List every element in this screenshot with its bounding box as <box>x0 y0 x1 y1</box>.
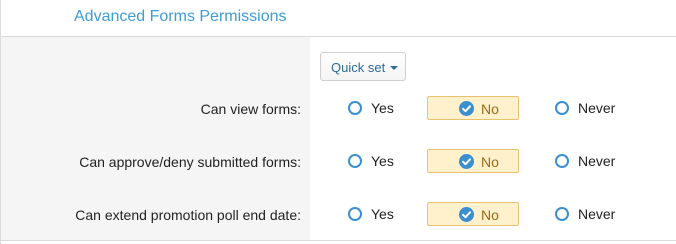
option-no-selected[interactable]: No <box>427 149 519 173</box>
caret-down-icon <box>390 66 398 70</box>
option-never-label: Never <box>578 100 616 116</box>
option-no-selected[interactable]: No <box>427 202 519 226</box>
option-no-label: No <box>481 207 499 223</box>
option-never-label: Never <box>578 206 616 222</box>
panel-header: Advanced Forms Permissions <box>1 0 676 37</box>
permission-row-extend-poll: Can extend promotion poll end date: Yes … <box>1 201 676 231</box>
quick-set-button[interactable]: Quick set <box>320 52 406 81</box>
option-never[interactable]: Never <box>547 201 647 227</box>
radio-checked-icon[interactable] <box>459 154 474 169</box>
permission-row-view-forms: Can view forms: Yes No Never <box>1 95 676 125</box>
radio-unchecked-icon[interactable] <box>348 101 362 115</box>
option-never-label: Never <box>578 153 616 169</box>
permissions-panel: Advanced Forms Permissions Quick set Can… <box>0 0 676 244</box>
radio-unchecked-icon[interactable] <box>348 207 362 221</box>
option-yes[interactable]: Yes <box>341 201 421 227</box>
radio-checked-icon[interactable] <box>459 101 474 116</box>
panel-title: Advanced Forms Permissions <box>74 8 287 25</box>
option-yes-label: Yes <box>371 153 394 169</box>
radio-unchecked-icon[interactable] <box>555 101 569 115</box>
permission-label: Can view forms: <box>200 101 301 117</box>
option-yes-label: Yes <box>371 100 394 116</box>
radio-unchecked-icon[interactable] <box>348 154 362 168</box>
option-no-selected[interactable]: No <box>427 96 519 120</box>
radio-unchecked-icon[interactable] <box>555 154 569 168</box>
option-no-label: No <box>481 101 499 117</box>
option-yes-label: Yes <box>371 206 394 222</box>
option-never[interactable]: Never <box>547 95 647 121</box>
permission-label: Can extend promotion poll end date: <box>75 207 301 223</box>
option-yes[interactable]: Yes <box>341 95 421 121</box>
option-yes[interactable]: Yes <box>341 148 421 174</box>
radio-unchecked-icon[interactable] <box>555 207 569 221</box>
permission-row-approve-deny: Can approve/deny submitted forms: Yes No… <box>1 148 676 178</box>
radio-checked-icon[interactable] <box>459 207 474 222</box>
panel-bottom-divider <box>1 240 676 241</box>
option-no-label: No <box>481 154 499 170</box>
permission-label: Can approve/deny submitted forms: <box>79 154 301 170</box>
option-never[interactable]: Never <box>547 148 647 174</box>
quick-set-label: Quick set <box>331 60 386 75</box>
